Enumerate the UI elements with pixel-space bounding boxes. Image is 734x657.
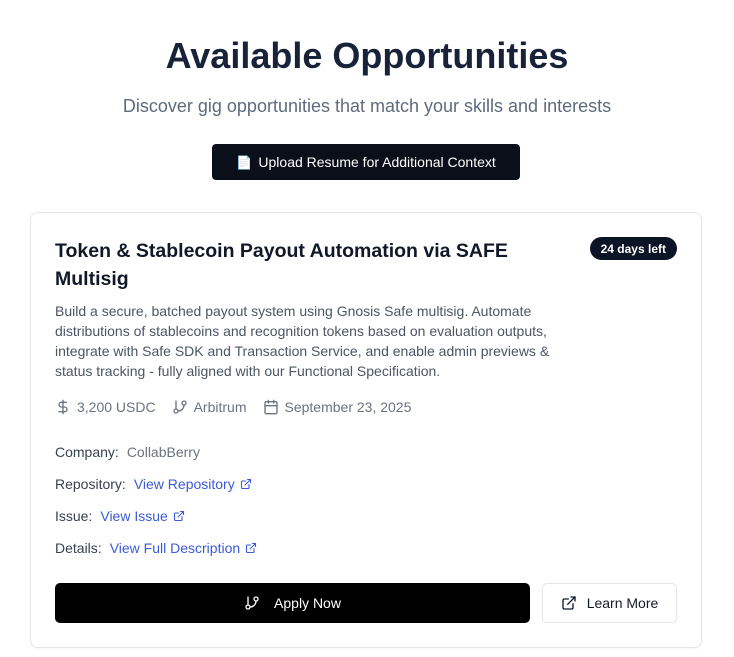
amount-text: 3,200 USDC [77, 399, 156, 415]
page-subtitle: Discover gig opportunities that match yo… [122, 96, 612, 116]
external-link-icon [562, 596, 576, 610]
git-branch-icon [245, 596, 259, 610]
view-full-description-text: View Full Description [109, 540, 241, 556]
view-full-description-link[interactable]: View Full Description [110, 540, 257, 556]
issue-label: Issue: [55, 508, 93, 524]
repository-row: Repository: View Repository [55, 476, 252, 492]
network-text: Arbitrum [193, 399, 247, 415]
calendar-icon [263, 399, 278, 415]
company-row: Company: CollabBerry [55, 444, 200, 460]
upload-resume-label: Upload Resume for Additional Context [258, 154, 496, 170]
issue-row: Issue: View Issue [55, 508, 185, 524]
view-repository-text: View Repository [133, 476, 235, 492]
upload-resume-button[interactable]: 📄 Upload Resume for Additional Context [212, 144, 520, 180]
page-title: Available Opportunities [165, 35, 569, 76]
opportunity-description: Build a secure, batched payout system us… [55, 303, 550, 379]
git-branch-icon [172, 400, 187, 414]
opportunity-card: Token & Stablecoin Payout Automation via… [30, 212, 702, 648]
external-link-icon [240, 478, 251, 490]
meta-amount: 3,200 USDC [55, 399, 156, 415]
meta-network: Arbitrum [172, 399, 247, 415]
apply-now-button[interactable]: Apply Now [55, 583, 530, 623]
details-row: Details: View Full Description [55, 540, 257, 556]
view-repository-link[interactable]: View Repository [134, 476, 252, 492]
learn-more-button[interactable]: Learn More [542, 583, 677, 623]
deadline-badge: 24 days left [589, 237, 677, 260]
view-issue-text: View Issue [100, 508, 168, 524]
document-icon: 📄 [236, 154, 253, 170]
details-label: Details: [55, 540, 102, 556]
repository-label: Repository: [55, 476, 126, 492]
view-issue-link[interactable]: View Issue [100, 508, 184, 524]
apply-now-label: Apply Now [274, 595, 341, 611]
dollar-icon [58, 399, 68, 415]
company-label: Company: [55, 444, 119, 460]
meta-date: September 23, 2025 [263, 399, 412, 415]
opportunity-title: Token & Stablecoin Payout Automation via… [55, 240, 508, 290]
company-value: CollabBerry [126, 444, 200, 460]
external-link-icon [246, 542, 257, 554]
learn-more-label: Learn More [586, 595, 659, 611]
opportunity-meta: 3,200 USDC Arbitrum September 23, 2025 [55, 399, 411, 415]
external-link-icon [173, 510, 184, 522]
date-text: September 23, 2025 [284, 399, 412, 415]
